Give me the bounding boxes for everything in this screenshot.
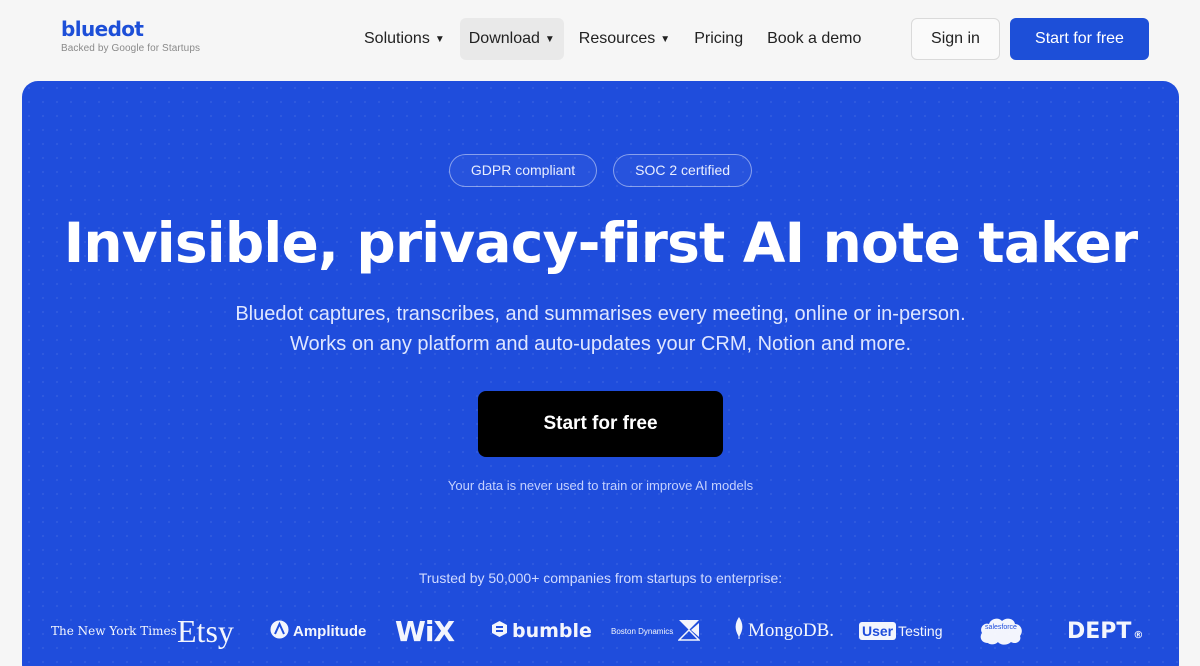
gdpr-badge: GDPR compliant <box>448 154 598 187</box>
hero-headline: Invisible, privacy-first AI note taker <box>63 211 1138 275</box>
nav-download[interactable]: Download ▼ <box>459 18 564 60</box>
salesforce-logo-text: salesforce <box>985 624 1017 631</box>
hero-subtitle-line-2: Works on any platform and auto-updates y… <box>289 333 912 355</box>
nav-download-label: Download <box>468 30 540 47</box>
caret-down-icon: ▼ <box>434 34 445 45</box>
dept-logo: DEPT ® <box>1067 611 1143 651</box>
customer-logos: The New York Times Etsy Amplitude WiX bu… <box>22 611 1179 651</box>
wix-logo: WiX <box>395 611 455 651</box>
brand-name: bluedot <box>61 17 144 41</box>
hero-section: GDPR compliant SOC 2 certified Invisible… <box>22 81 1179 666</box>
hero-subtitle-line-1: Bluedot captures, transcribes, and summa… <box>235 303 966 325</box>
amplitude-icon <box>270 620 289 643</box>
mongodb-leaf-icon <box>734 617 744 645</box>
mongodb-logo: MongoDB. <box>734 611 834 651</box>
registered-mark: ® <box>1133 629 1144 641</box>
boston-dynamics-icon <box>677 619 702 643</box>
amplitude-logo: Amplitude <box>270 611 366 651</box>
compliance-badges: GDPR compliant SOC 2 certified <box>22 154 1179 187</box>
nav-pricing[interactable]: Pricing <box>685 18 752 60</box>
wix-logo-text: WiX <box>395 614 455 648</box>
hero-subtitle: Bluedot captures, transcribes, and summa… <box>22 299 1179 359</box>
nav-solutions-label: Solutions <box>364 30 430 47</box>
boston-dynamics-logo-text: Boston Dynamics <box>611 626 674 636</box>
brand-logo[interactable]: bluedot Backed by Google for Startups <box>61 18 200 54</box>
nyt-logo: The New York Times <box>51 611 177 651</box>
mongodb-logo-text: MongoDB. <box>748 620 835 641</box>
bumble-logo-text: bumble <box>512 620 592 642</box>
start-free-hero-button[interactable]: Start for free <box>478 391 723 457</box>
usertesting-logo: User Testing <box>859 611 943 651</box>
soc2-badge: SOC 2 certified <box>613 154 753 187</box>
usertesting-logo-text: Testing <box>898 623 943 639</box>
etsy-logo-text: Etsy <box>177 612 234 649</box>
nav-links: Solutions ▼ Download ▼ Resources ▼ Pricing … <box>355 18 876 60</box>
start-free-nav-button[interactable]: Start for free <box>1010 18 1149 60</box>
bumble-logo: bumble <box>491 611 592 651</box>
usertesting-logo-box: User <box>859 622 897 640</box>
bumble-hexagon-icon <box>491 620 508 643</box>
privacy-note: Your data is never used to train or impr… <box>447 478 754 493</box>
salesforce-logo: salesforce <box>978 611 1024 651</box>
boston-dynamics-logo: Boston Dynamics <box>611 611 704 651</box>
nav-resources-label: Resources <box>578 30 656 47</box>
amplitude-logo-text: Amplitude <box>293 622 367 640</box>
nyt-logo-text: The New York Times <box>51 624 177 638</box>
trusted-by-text: Trusted by 50,000+ companies from startu… <box>418 570 783 586</box>
caret-down-icon: ▼ <box>660 34 671 45</box>
nav-book-demo[interactable]: Book a demo <box>758 18 870 60</box>
top-nav: bluedot Backed by Google for Startups So… <box>0 0 1200 80</box>
nav-resources[interactable]: Resources ▼ <box>570 18 679 60</box>
caret-down-icon: ▼ <box>544 34 555 45</box>
salesforce-cloud-icon <box>980 618 1022 645</box>
nav-solutions[interactable]: Solutions ▼ <box>355 18 454 60</box>
etsy-logo: Etsy <box>177 611 234 651</box>
sign-in-button[interactable]: Sign in <box>911 18 1000 60</box>
brand-tagline: Backed by Google for Startups <box>61 43 201 54</box>
dept-logo-text: DEPT <box>1067 618 1132 644</box>
